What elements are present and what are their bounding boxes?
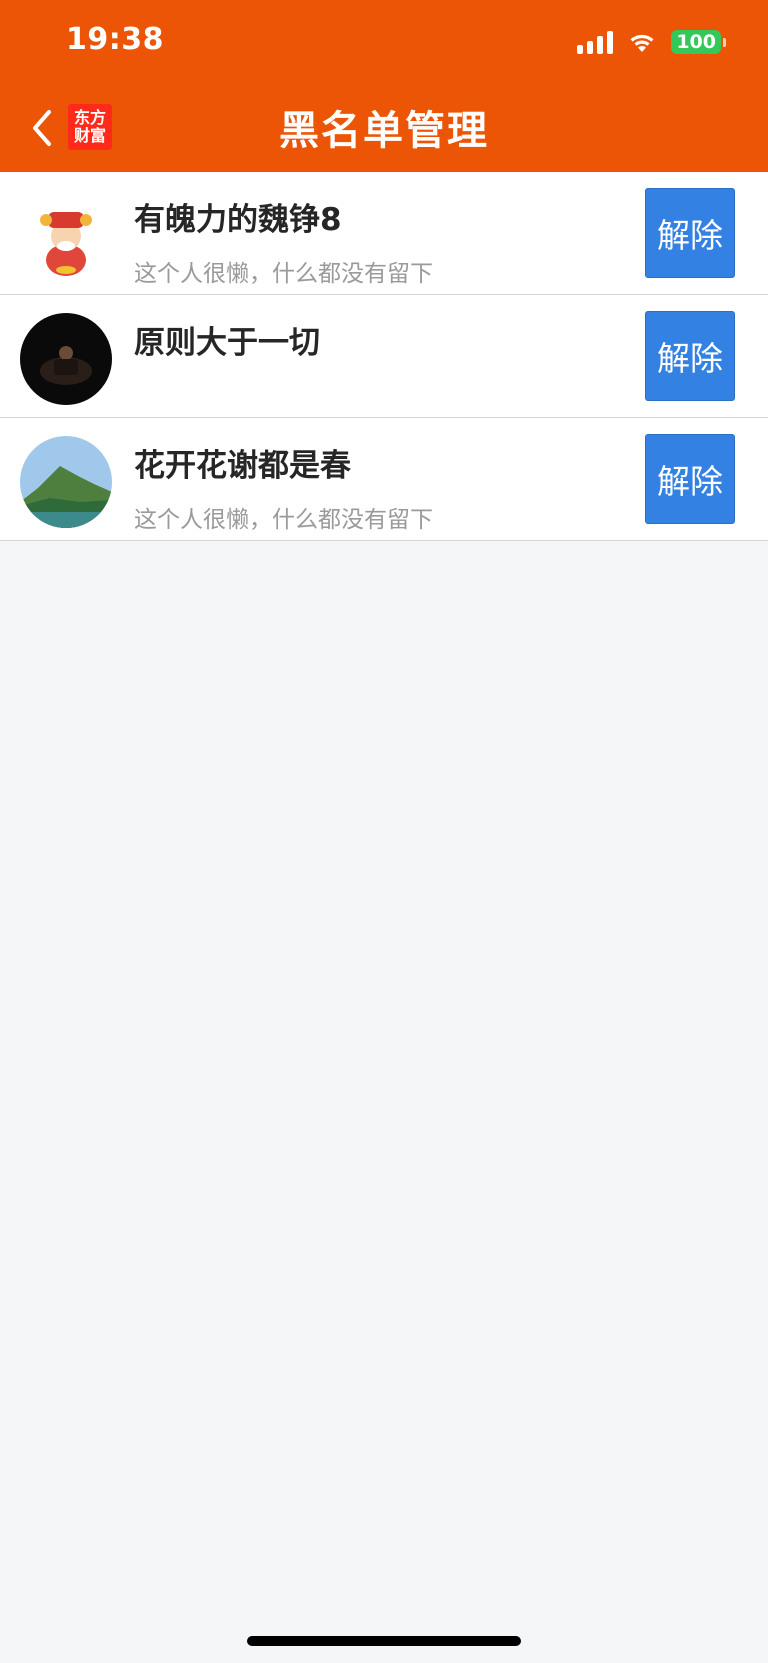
home-indicator xyxy=(247,1636,521,1646)
page-title: 黑名单管理 xyxy=(279,108,489,154)
status-icons: 100 xyxy=(577,28,726,56)
list-item: 原则大于一切 解除 xyxy=(0,295,768,418)
unblock-button[interactable]: 解除 xyxy=(645,434,735,524)
unblock-button[interactable]: 解除 xyxy=(645,188,735,278)
nav-header: 19:38 100 东方 财富 黑名单管理 xyxy=(0,0,768,172)
user-bio: 这个人很懒，什么都没有留下 xyxy=(134,507,433,533)
signal-icon xyxy=(577,30,614,54)
battery-icon: 100 xyxy=(671,30,726,54)
user-name: 原则大于一切 xyxy=(134,325,320,361)
wifi-icon xyxy=(630,34,654,52)
user-name: 花开花谢都是春 xyxy=(134,448,351,484)
user-name: 有魄力的魏铮8 xyxy=(134,202,342,238)
status-time: 19:38 xyxy=(66,22,164,57)
blocked-user-list: 有魄力的魏铮8 这个人很懒，什么都没有留下 解除 原则大于一切 解除 花开花谢都… xyxy=(0,172,768,541)
user-bio: 这个人很懒，什么都没有留下 xyxy=(134,261,433,287)
avatar[interactable] xyxy=(20,190,112,282)
list-item: 花开花谢都是春 这个人很懒，什么都没有留下 解除 xyxy=(0,418,768,541)
unblock-button[interactable]: 解除 xyxy=(645,311,735,401)
list-item: 有魄力的魏铮8 这个人很懒，什么都没有留下 解除 xyxy=(0,172,768,295)
avatar[interactable] xyxy=(20,313,112,405)
battery-level: 100 xyxy=(671,30,721,54)
avatar[interactable] xyxy=(20,436,112,528)
